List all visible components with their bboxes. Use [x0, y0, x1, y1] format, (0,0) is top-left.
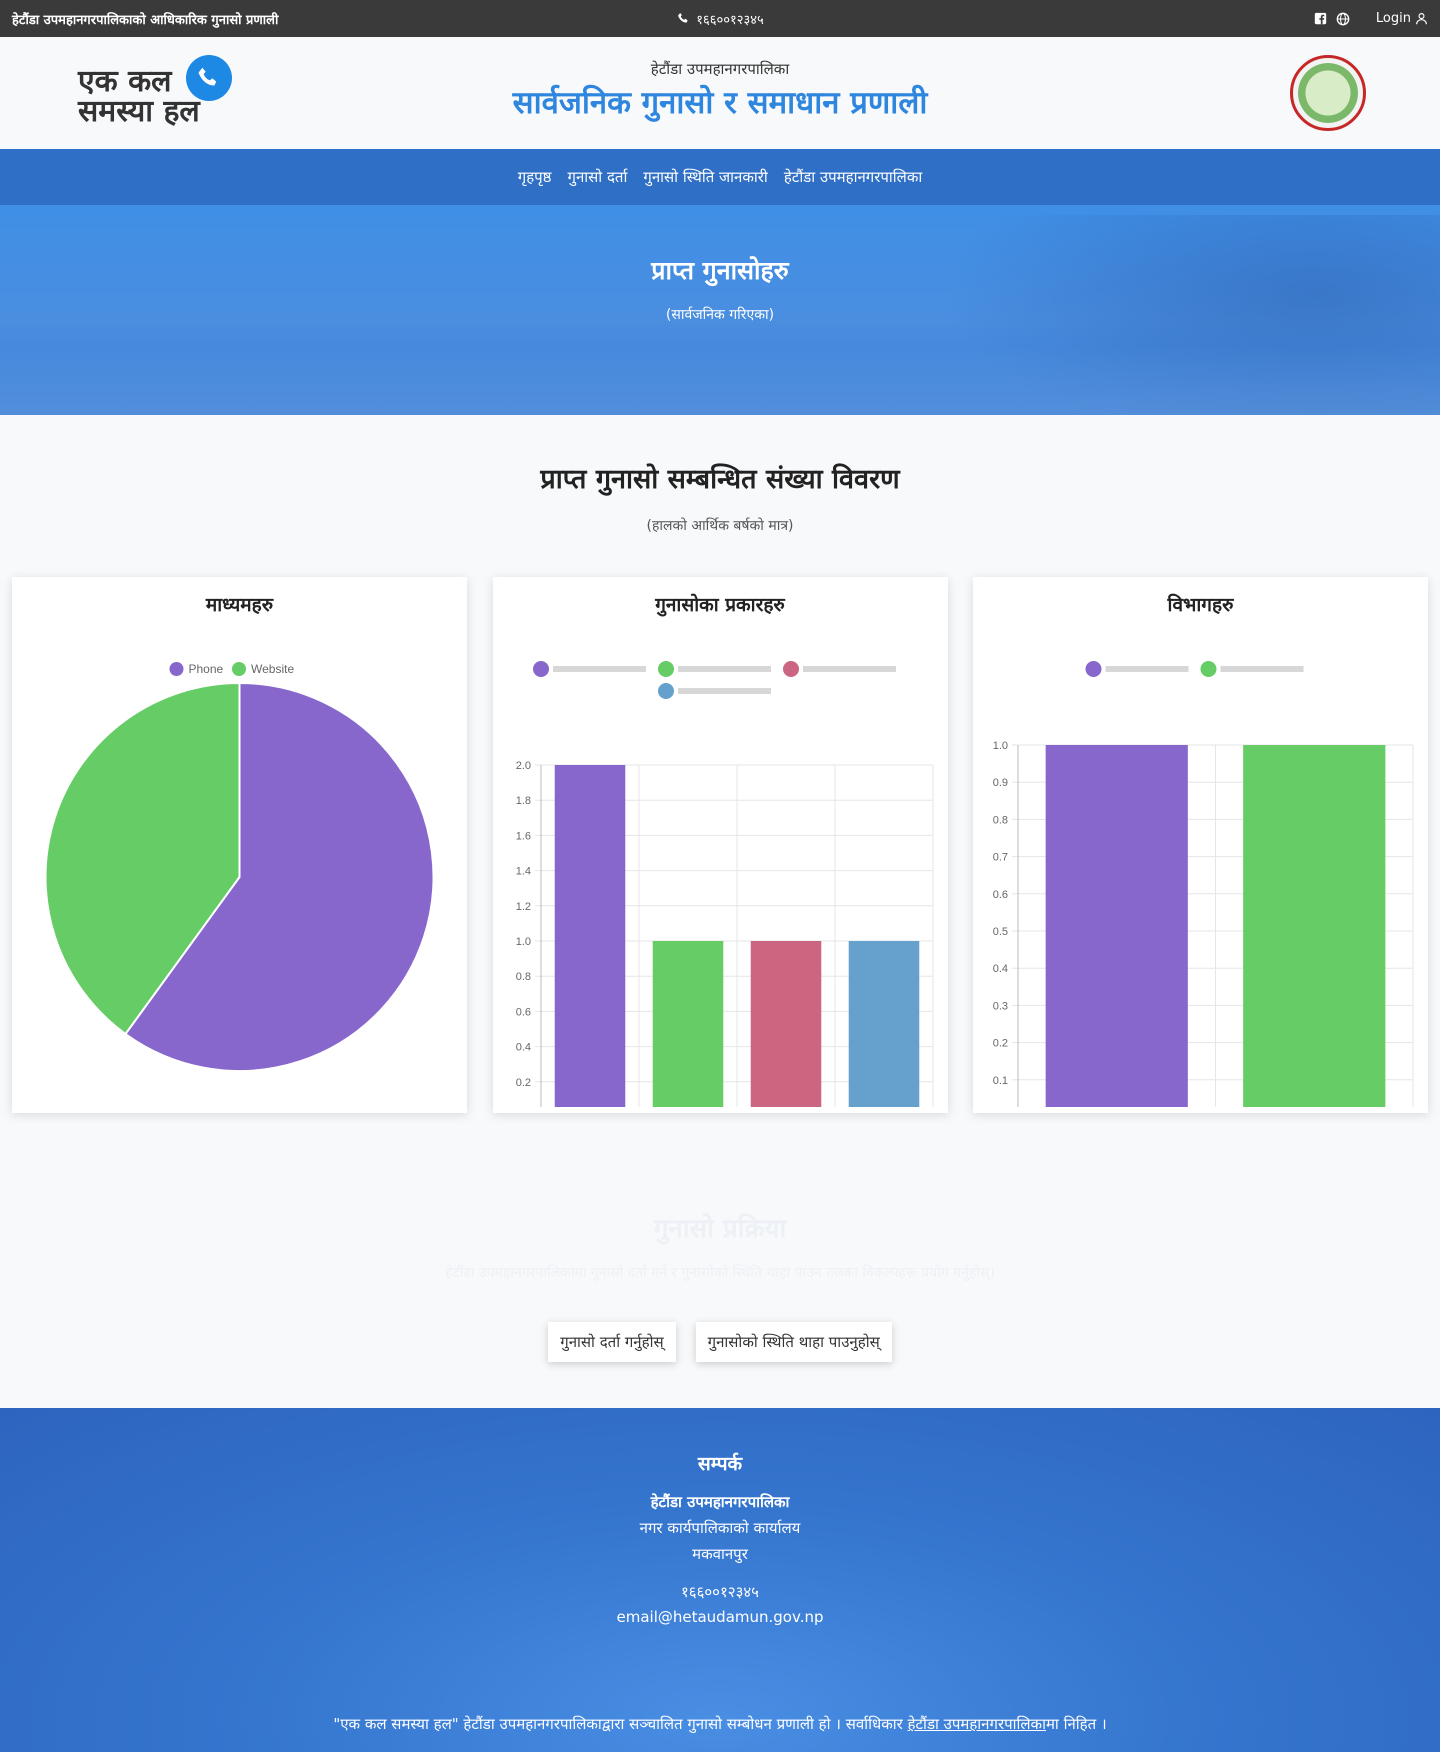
- y-tick-label: 0.3: [993, 1000, 1008, 1012]
- nav-item-status[interactable]: गुनासो स्थिति जानकारी: [643, 167, 767, 187]
- site-footer: सम्पर्क हेटौंडा उपमहानगरपालिका नगर कार्य…: [0, 1408, 1440, 1752]
- footer-copyright-text: "एक कल समस्या हल" हेटौंडा उपमहानगरपालिका…: [333, 1715, 908, 1733]
- stats-section: प्राप्त गुनासो सम्बन्धित संख्या विवरण (ह…: [0, 415, 1440, 535]
- footer-municipality-link[interactable]: हेटौंडा उपमहानगरपालिका: [908, 1715, 1046, 1733]
- register-complaint-button[interactable]: गुनासो दर्ता गर्नुहोस्: [548, 1322, 676, 1362]
- footer-copyright-suffix: मा निहित ।: [1045, 1715, 1107, 1733]
- footer-heading: सम्पर्क: [697, 1453, 743, 1475]
- y-tick-label: 1.0: [515, 936, 530, 948]
- y-tick-label: 0.8: [993, 814, 1008, 826]
- legend-swatch: [1085, 661, 1102, 677]
- y-tick-label: 0.9: [993, 777, 1008, 789]
- y-tick-label: 0.8: [515, 971, 530, 983]
- hero-subtitle: (सार्वजनिक गरिएका): [665, 307, 775, 323]
- stats-title: प्राप्त गुनासो सम्बन्धित संख्या विवरण: [540, 464, 900, 495]
- legend-swatch: [169, 662, 184, 676]
- bar: [652, 941, 723, 1107]
- header-subtitle: हेटौंडा उपमहानगरपालिका: [650, 60, 790, 78]
- header-title: सार्वजनिक गुनासो र समाधान प्रणाली: [512, 85, 928, 121]
- chart-title-channels: माध्यमहरु: [205, 594, 274, 616]
- bar: [750, 941, 821, 1107]
- process-description: हेटौंडा उपमहानगरपालिकामा गुनासो दर्ता गर…: [445, 1265, 995, 1281]
- chart-title-departments: विभागहरु: [1167, 594, 1234, 616]
- facebook-icon[interactable]: [1314, 12, 1328, 26]
- y-tick-label: 0.2: [515, 1077, 530, 1089]
- y-tick-label: 0.4: [515, 1042, 530, 1054]
- y-tick-label: 0.6: [515, 1006, 530, 1018]
- top-bar-phone-number: १६६००१२३४५: [696, 12, 764, 28]
- top-bar: हेटौंडा उपमहानगरपालिकाको आधिकारिक गुनासो…: [0, 0, 1440, 37]
- y-tick-label: 0.4: [993, 963, 1008, 975]
- legend-label: [802, 666, 896, 672]
- y-tick-label: 0.1: [993, 1075, 1008, 1087]
- footer-address-line1: नगर कार्यपालिकाको कार्यालय: [639, 1519, 801, 1537]
- y-tick-label: 1.2: [515, 901, 530, 913]
- y-tick-label: 0.2: [993, 1038, 1008, 1050]
- phone-icon: [676, 12, 690, 26]
- municipality-emblem-icon: [1290, 55, 1366, 131]
- login-label: Login: [1375, 11, 1411, 26]
- legend-swatch: [782, 661, 799, 677]
- y-tick-label: 0.6: [993, 889, 1008, 901]
- main-nav: गृहपृष्ठ गुनासो दर्ता गुनासो स्थिति जानक…: [0, 149, 1440, 205]
- header-titles: हेटौंडा उपमहानगरपालिका सार्वजनिक गुनासो …: [0, 59, 1440, 123]
- process-section: गुनासो प्रक्रिया हेटौंडा उपमहानगरपालिकाम…: [0, 1113, 1440, 1408]
- bar: [1243, 745, 1386, 1107]
- footer-org-name: हेटौंडा उपमहानगरपालिका: [650, 1493, 790, 1511]
- y-tick-label: 1.6: [515, 830, 530, 842]
- chart-cards: माध्यमहरु Phone Website गुनासोका प्रकारहर…: [0, 577, 1440, 1113]
- legend-label: Phone: [189, 662, 224, 676]
- user-icon: [1414, 12, 1428, 26]
- legend-swatch: [657, 661, 674, 677]
- footer-address-line2: मकवानपुर: [692, 1545, 748, 1563]
- nav-item-home[interactable]: गृहपृष्ठ: [518, 167, 552, 187]
- chart-title-types: गुनासोका प्रकारहरु: [655, 594, 785, 616]
- stats-subtitle: (हालको आर्थिक बर्षको मात्र): [646, 518, 794, 534]
- nav-item-register[interactable]: गुनासो दर्ता: [568, 167, 628, 187]
- types-bar-chart: 00.20.40.60.81.01.21.41.61.82.0: [515, 661, 933, 1107]
- bar: [848, 941, 919, 1107]
- top-bar-phone[interactable]: १६६००१२३४५: [676, 10, 764, 28]
- chart-card-channels: माध्यमहरु Phone Website: [12, 577, 467, 1113]
- y-tick-label: 1.4: [515, 866, 530, 878]
- bar: [1045, 745, 1188, 1107]
- legend-label: [1105, 666, 1189, 672]
- legend-label: [552, 666, 646, 672]
- departments-bar-chart: 00.10.20.30.40.50.60.70.80.91.0: [993, 661, 1414, 1107]
- nav-item-municipality[interactable]: हेटौंडा उपमहानगरपालिका: [784, 167, 922, 187]
- legend-swatch: [657, 683, 674, 699]
- footer-email[interactable]: email@hetaudamun.gov.np: [0, 1608, 1440, 1626]
- y-tick-label: 1.8: [515, 795, 530, 807]
- chart-card-departments: विभागहरु 00.10.20.30.40.50.60.70.80.91.0: [973, 577, 1428, 1113]
- legend-label: [677, 688, 771, 694]
- bar: [554, 765, 625, 1107]
- legend-swatch: [232, 662, 246, 676]
- y-tick-label: 0.7: [993, 852, 1008, 864]
- footer-copyright: "एक कल समस्या हल" हेटौंडा उपमहानगरपालिका…: [0, 1714, 1440, 1734]
- y-tick-label: 2.0: [515, 760, 530, 772]
- top-bar-title: हेटौंडा उपमहानगरपालिकाको आधिकारिक गुनासो…: [12, 12, 279, 28]
- legend-label: [1220, 666, 1304, 672]
- process-buttons: गुनासो दर्ता गर्नुहोस् गुनासोको स्थिति थ…: [0, 1322, 1440, 1362]
- y-tick-label: 1.0: [993, 740, 1008, 752]
- chart-card-types: गुनासोका प्रकारहरु 00.20.40.60.81.01.21.…: [492, 577, 948, 1113]
- footer-phone: १६६००१२३४५: [680, 1583, 759, 1601]
- login-link[interactable]: Login: [1376, 11, 1428, 26]
- y-tick-label: 0.5: [993, 926, 1008, 938]
- globe-icon[interactable]: [1336, 12, 1350, 26]
- hero-title: प्राप्त गुनासोहरु: [651, 256, 789, 285]
- legend-swatch: [1200, 661, 1217, 677]
- channels-pie-chart: Phone Website: [44, 662, 435, 1072]
- check-status-button[interactable]: गुनासोको स्थिति थाहा पाउनुहोस्: [695, 1322, 892, 1362]
- process-title: गुनासो प्रक्रिया: [653, 1214, 787, 1244]
- legend-label: Website: [251, 662, 294, 676]
- hero-city-overlay: [0, 345, 1440, 415]
- hero-banner: प्राप्त गुनासोहरु (सार्वजनिक गरिएका): [0, 205, 1440, 415]
- legend-label: [677, 666, 771, 672]
- site-header: एक कल समस्या हल हेटौंडा उपमहानगरपालिका स…: [0, 37, 1440, 149]
- legend-swatch: [532, 661, 549, 677]
